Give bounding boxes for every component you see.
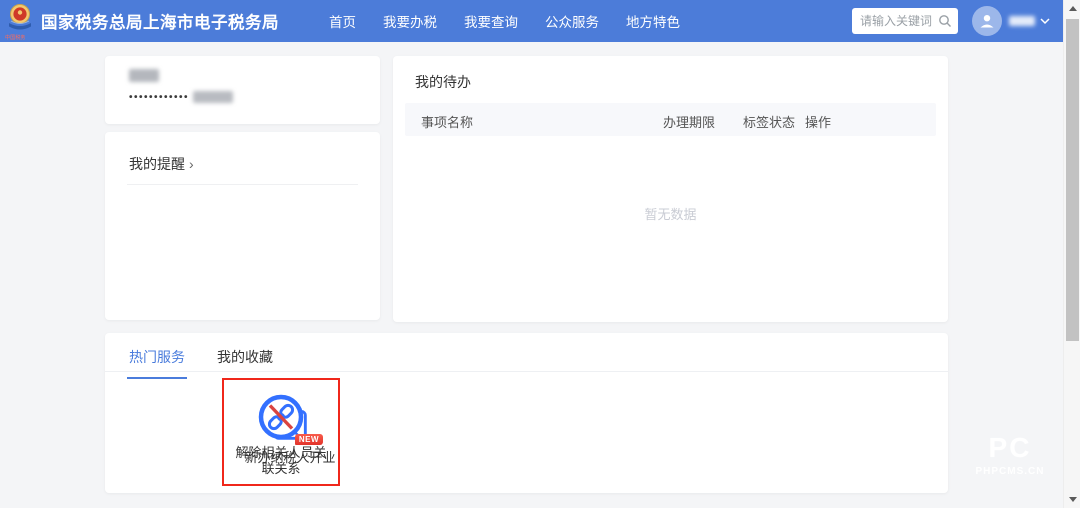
- reminder-title: 我的提醒: [129, 156, 185, 172]
- reminder-chevron-icon: ›: [189, 156, 194, 172]
- reminder-card: 我的提醒›: [105, 132, 380, 320]
- services-card: 热门服务 我的收藏 NEW 新办纳税人开业: [105, 333, 948, 493]
- user-name-redacted: [1009, 16, 1035, 26]
- user-avatar[interactable]: [972, 6, 1002, 36]
- watermark-text: PHPCMS.CN: [962, 466, 1058, 477]
- todo-card: 我的待办 事项名称 办理期限 标签状态 操作 暂无数据: [393, 56, 948, 322]
- profile-id-redacted: [193, 91, 233, 103]
- tax-emblem-icon: [7, 3, 33, 33]
- services-tabs: 热门服务 我的收藏: [127, 341, 275, 379]
- tab-my-favorites[interactable]: 我的收藏: [215, 341, 275, 379]
- tab-hot-services[interactable]: 热门服务: [127, 341, 187, 379]
- site-title: 国家税务总局上海市电子税务局: [41, 9, 279, 33]
- service-label-unlink-personnel: 解除相关人员关联关系: [233, 445, 329, 478]
- profile-masked-id: ••••••••••••: [129, 92, 189, 103]
- scroll-up-button[interactable]: [1064, 0, 1080, 17]
- todo-table-header: 事项名称 办理期限 标签状态 操作: [405, 103, 936, 136]
- logo-caption: 中国税务: [5, 33, 25, 41]
- profile-name-redacted: [129, 69, 159, 82]
- search-box: [852, 8, 958, 34]
- phpcms-watermark: PC PHPCMS.CN: [962, 430, 1058, 492]
- profile-id-row: ••••••••••••: [129, 91, 233, 103]
- reminder-divider: [127, 184, 358, 185]
- profile-card: ••••••••••••: [105, 56, 380, 124]
- red-highlight-box: 解除相关人员关联关系: [222, 378, 340, 486]
- column-tag-status: 标签状态: [743, 112, 795, 131]
- nav-item-inquiry[interactable]: 我要查询: [464, 11, 518, 31]
- column-item-name: 事项名称: [421, 112, 473, 131]
- nav-item-tax-handling[interactable]: 我要办税: [383, 11, 437, 31]
- person-icon: [978, 12, 996, 30]
- todo-title: 我的待办: [415, 72, 471, 92]
- top-header: 中国税务 国家税务总局上海市电子税务局 首页 我要办税 我要查询 公众服务 地方…: [0, 0, 1063, 42]
- watermark-logo: PC: [962, 430, 1058, 466]
- reminder-link[interactable]: 我的提醒›: [129, 154, 194, 174]
- column-deadline: 办理期限: [663, 112, 715, 131]
- scrollbar-thumb[interactable]: [1066, 19, 1079, 341]
- nav-item-public-service[interactable]: 公众服务: [545, 11, 599, 31]
- empty-state-text: 暂无数据: [393, 204, 948, 223]
- column-actions: 操作: [805, 112, 831, 131]
- service-item-unlink-personnel[interactable]: 解除相关人员关联关系: [224, 392, 338, 478]
- search-icon[interactable]: [938, 14, 952, 28]
- scroll-down-button[interactable]: [1064, 491, 1080, 508]
- vertical-scrollbar[interactable]: [1063, 0, 1080, 508]
- nav-item-home[interactable]: 首页: [329, 11, 356, 31]
- scroll-down-icon: [1069, 497, 1077, 502]
- scroll-up-icon: [1069, 6, 1077, 11]
- tax-bureau-logo: 中国税务: [5, 0, 35, 42]
- nav-item-local-features[interactable]: 地方特色: [626, 11, 680, 31]
- main-nav: 首页 我要办税 我要查询 公众服务 地方特色: [329, 11, 680, 31]
- chevron-down-icon[interactable]: [1040, 17, 1050, 25]
- unlink-icon: [256, 392, 306, 442]
